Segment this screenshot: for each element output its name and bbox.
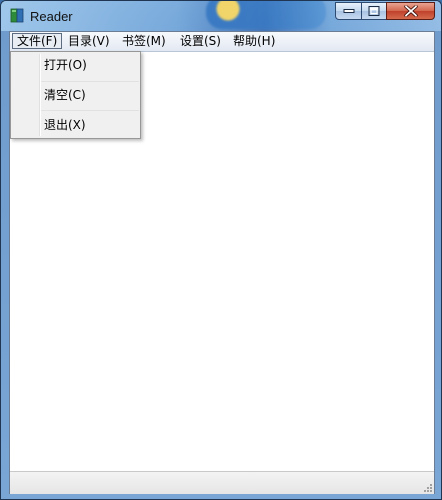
close-icon bbox=[403, 5, 418, 17]
menu-separator bbox=[41, 81, 139, 82]
status-bar bbox=[10, 471, 434, 494]
menu-item-clear[interactable]: 清空(C) bbox=[44, 85, 86, 105]
menu-help[interactable]: 帮助(H) bbox=[229, 33, 279, 49]
minimize-icon bbox=[343, 9, 354, 13]
menu-directory[interactable]: 目录(V) bbox=[64, 33, 114, 49]
menu-file[interactable]: 文件(F) bbox=[12, 33, 63, 49]
menu-item-open[interactable]: 打开(O) bbox=[44, 55, 87, 75]
resize-grip-icon[interactable] bbox=[422, 482, 432, 492]
menu-item-exit[interactable]: 退出(X) bbox=[44, 115, 86, 135]
maximize-icon bbox=[368, 6, 380, 16]
menu-bar: 文件(F) 目录(V) 书签(M) 设置(S) 帮助(H) bbox=[10, 32, 434, 52]
menu-settings[interactable]: 设置(S) bbox=[176, 33, 225, 49]
menu-bookmarks[interactable]: 书签(M) bbox=[118, 33, 170, 49]
window-title: Reader bbox=[30, 9, 73, 24]
minimize-button[interactable] bbox=[335, 2, 362, 20]
client-area[interactable]: 文件(F) 目录(V) 书签(M) 设置(S) 帮助(H) 打开(O) 清空(C… bbox=[9, 31, 435, 494]
menu-gutter bbox=[39, 54, 41, 136]
close-button[interactable] bbox=[386, 2, 435, 20]
maximize-button[interactable] bbox=[361, 2, 387, 20]
reader-window: Reader 文件(F) 目录(V) 书签(M) 设置(S) 帮助(H) 打开(… bbox=[0, 0, 442, 500]
book-icon bbox=[10, 8, 24, 23]
background-blur bbox=[206, 1, 326, 29]
file-menu-dropdown: 打开(O) 清空(C) 退出(X) bbox=[10, 51, 141, 139]
menu-separator bbox=[41, 110, 139, 111]
title-bar[interactable]: Reader bbox=[1, 1, 441, 31]
